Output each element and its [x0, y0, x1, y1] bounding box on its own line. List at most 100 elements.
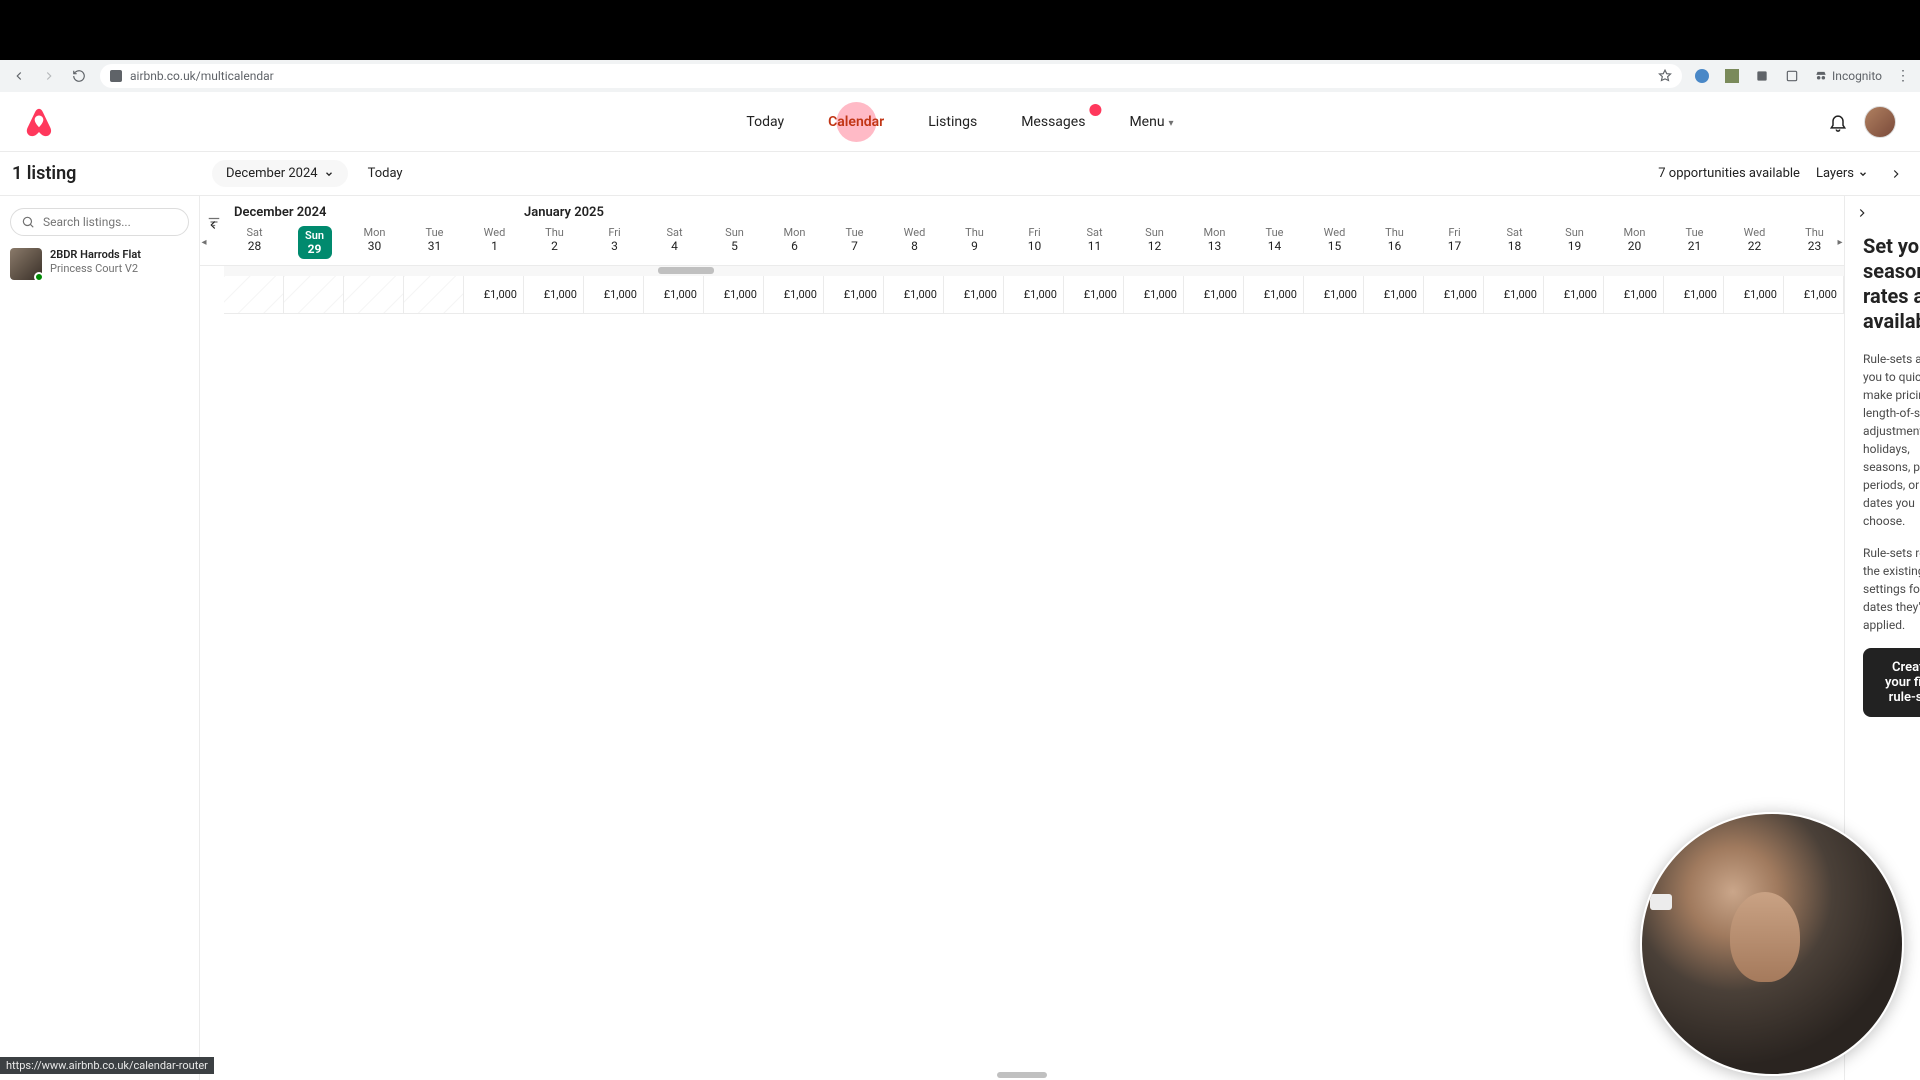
search-field[interactable] — [43, 215, 199, 229]
day-header-cell[interactable]: Mon6 — [764, 220, 824, 265]
bottom-scrollbar-thumb[interactable] — [997, 1072, 1047, 1078]
extensions-puzzle-icon[interactable] — [1784, 68, 1800, 84]
day-header-cell[interactable]: Wed22 — [1724, 220, 1784, 265]
day-header-cell[interactable]: Tue14 — [1244, 220, 1304, 265]
opportunities-link[interactable]: 7 opportunities available — [1658, 166, 1800, 181]
day-header-cell[interactable]: Sun5 — [704, 220, 764, 265]
day-header-cell[interactable]: Tue7 — [824, 220, 884, 265]
day-header-cell[interactable]: Thu9 — [944, 220, 1004, 265]
price-cell[interactable]: £1,000 — [824, 276, 884, 313]
site-info-icon[interactable] — [110, 70, 122, 82]
price-cell[interactable]: £1,000 — [884, 276, 944, 313]
layers-button[interactable]: Layers — [1816, 166, 1868, 181]
browser-toolbar: airbnb.co.uk/multicalendar Incognito ⋮ — [0, 60, 1920, 92]
day-header-cell[interactable]: Tue31 — [404, 220, 464, 265]
price-cell[interactable]: £1,000 — [1724, 276, 1784, 313]
price-cell[interactable]: £1,000 — [1124, 276, 1184, 313]
price-cell[interactable]: £1,000 — [1484, 276, 1544, 313]
panel-collapse-button[interactable] — [1855, 206, 1869, 220]
price-cell[interactable]: £1,000 — [944, 276, 1004, 313]
price-cell[interactable]: £1,000 — [1244, 276, 1304, 313]
day-header-cell[interactable]: Sun19 — [1544, 220, 1604, 265]
day-header-cell[interactable]: Wed8 — [884, 220, 944, 265]
airbnb-logo-icon[interactable] — [24, 107, 54, 137]
price-cell[interactable] — [224, 276, 284, 313]
day-header-cell[interactable]: Thu16 — [1364, 220, 1424, 265]
row-collapse-right-icon[interactable]: ▸ — [1836, 220, 1844, 265]
price-cell[interactable]: £1,000 — [1604, 276, 1664, 313]
app-top-nav: Today Calendar Listings Messages Menu▾ — [0, 92, 1920, 152]
day-header-cell[interactable]: Fri3 — [584, 220, 644, 265]
browser-extensions: Incognito ⋮ — [1694, 68, 1910, 84]
price-cell[interactable]: £1,000 — [464, 276, 524, 313]
today-button[interactable]: Today — [368, 166, 403, 181]
nav-messages[interactable]: Messages — [1011, 108, 1095, 136]
extension-icon[interactable] — [1754, 68, 1770, 84]
price-cell[interactable]: £1,000 — [1064, 276, 1124, 313]
day-header-cell[interactable]: Fri17 — [1424, 220, 1484, 265]
scroll-thumb[interactable] — [658, 267, 714, 274]
month-selector[interactable]: December 2024 — [212, 160, 348, 187]
price-cell[interactable]: £1,000 — [704, 276, 764, 313]
day-header-cell[interactable]: Wed1 — [464, 220, 524, 265]
day-header-cell[interactable]: Fri10 — [1004, 220, 1064, 265]
price-cell[interactable]: £1,000 — [1784, 276, 1844, 313]
listing-status-dot-icon — [34, 272, 44, 282]
month-heading-right: January 2025 — [524, 205, 604, 220]
nav-calendar[interactable]: Calendar — [818, 108, 894, 136]
day-header-cell[interactable]: Tue21 — [1664, 220, 1724, 265]
browser-forward-button[interactable] — [40, 67, 58, 85]
scroll-right-button[interactable] — [1884, 162, 1908, 186]
listing-row[interactable]: £1,000£1,000£1,000£1,000£1,000£1,000£1,0… — [224, 276, 1844, 314]
browser-menu-button[interactable]: ⋮ — [1896, 68, 1910, 84]
bookmark-star-icon[interactable] — [1658, 69, 1672, 83]
price-cell[interactable]: £1,000 — [1304, 276, 1364, 313]
day-header-cell[interactable]: Thu2 — [524, 220, 584, 265]
extension-icon[interactable] — [1724, 68, 1740, 84]
incognito-label: Incognito — [1832, 69, 1882, 83]
day-header-cell[interactable]: Mon13 — [1184, 220, 1244, 265]
price-cell[interactable]: £1,000 — [1424, 276, 1484, 313]
price-cell[interactable] — [344, 276, 404, 313]
url-text: airbnb.co.uk/multicalendar — [130, 69, 274, 83]
day-header-cell[interactable]: Mon20 — [1604, 220, 1664, 265]
price-cell[interactable]: £1,000 — [584, 276, 644, 313]
price-cell[interactable]: £1,000 — [1544, 276, 1604, 313]
extension-icon[interactable] — [1694, 68, 1710, 84]
day-header-cell[interactable]: Sun29 — [284, 220, 344, 265]
day-header-cell[interactable]: Wed15 — [1304, 220, 1364, 265]
price-cell[interactable]: £1,000 — [764, 276, 824, 313]
price-cell[interactable]: £1,000 — [1364, 276, 1424, 313]
create-rule-set-button[interactable]: Create your first rule-set — [1863, 648, 1920, 717]
price-cell[interactable]: £1,000 — [1004, 276, 1064, 313]
day-header-cell[interactable]: Sat11 — [1064, 220, 1124, 265]
browser-back-button[interactable] — [10, 67, 28, 85]
search-listings-input[interactable] — [10, 208, 189, 236]
nav-listings[interactable]: Listings — [918, 108, 987, 136]
notification-badge-icon — [1089, 104, 1101, 116]
nav-today[interactable]: Today — [736, 108, 794, 136]
horizontal-scrollbar[interactable] — [224, 266, 1844, 276]
price-cell[interactable]: £1,000 — [1184, 276, 1244, 313]
day-header-cell[interactable]: Mon30 — [344, 220, 404, 265]
notifications-bell-icon[interactable] — [1828, 112, 1848, 132]
price-cell[interactable] — [404, 276, 464, 313]
user-avatar[interactable] — [1864, 106, 1896, 138]
price-cell[interactable]: £1,000 — [644, 276, 704, 313]
day-header-cell[interactable]: Sat4 — [644, 220, 704, 265]
price-cell[interactable]: £1,000 — [1664, 276, 1724, 313]
price-cell[interactable]: £1,000 — [524, 276, 584, 313]
listings-count-heading: 1 listing — [12, 163, 76, 184]
address-bar[interactable]: airbnb.co.uk/multicalendar — [100, 64, 1682, 88]
nav-menu[interactable]: Menu▾ — [1119, 108, 1183, 136]
day-header-cell[interactable]: Sat28 — [224, 220, 284, 265]
scroll-left-button[interactable] — [206, 218, 220, 232]
nav-label: Menu — [1129, 114, 1164, 130]
browser-reload-button[interactable] — [70, 67, 88, 85]
price-cell[interactable] — [284, 276, 344, 313]
listing-item[interactable]: 2BDR Harrods Flat Princess Court V2 — [10, 248, 189, 280]
day-header-cell[interactable]: Sun12 — [1124, 220, 1184, 265]
day-header-cell[interactable]: Thu23 — [1784, 220, 1844, 265]
listings-sidebar: 2BDR Harrods Flat Princess Court V2 — [0, 196, 200, 1080]
day-header-cell[interactable]: Sat18 — [1484, 220, 1544, 265]
